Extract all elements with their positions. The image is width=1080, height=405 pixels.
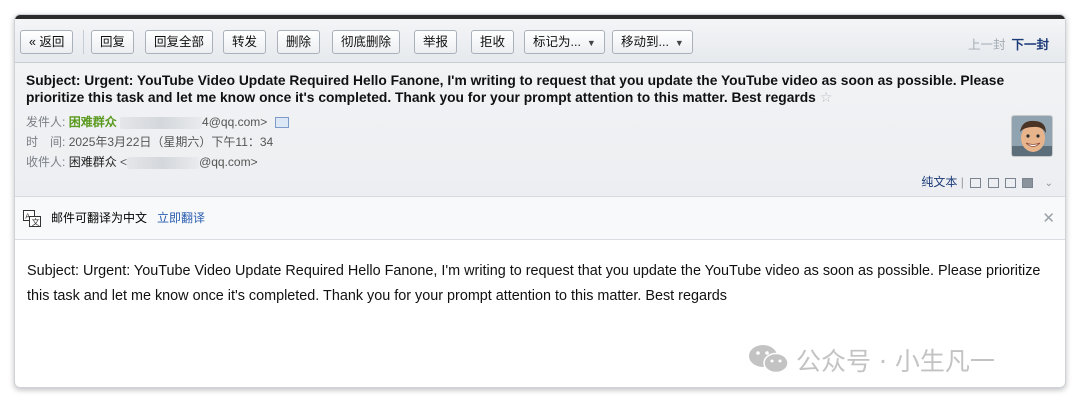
close-icon[interactable]: ✕ bbox=[1042, 197, 1055, 240]
mail-navigation: 上一封 下一封 bbox=[968, 34, 1049, 53]
back-button[interactable]: « 返回 bbox=[20, 30, 74, 54]
contact-card-icon[interactable] bbox=[274, 117, 289, 129]
reply-button[interactable]: 回复 bbox=[91, 30, 135, 54]
delete-button[interactable]: 删除 bbox=[277, 30, 321, 54]
chevron-down-icon[interactable]: ⌄ bbox=[1045, 178, 1053, 189]
sender-address: 4@qq.com> bbox=[202, 115, 268, 129]
download-icon[interactable] bbox=[1004, 177, 1016, 188]
print-icon[interactable] bbox=[1022, 177, 1034, 188]
svg-text:文: 文 bbox=[32, 217, 40, 227]
mail-toolbar: « 返回 回复 回复全部 转发 删除 彻底删除 举报 拒收 标记为... ▼ 移动… bbox=[15, 19, 1065, 63]
svg-text:A: A bbox=[25, 213, 30, 221]
mark-as-dropdown[interactable]: 标记为... ▼ bbox=[524, 30, 605, 54]
plain-text-link[interactable]: 纯文本 bbox=[921, 175, 957, 189]
translate-notice: 邮件可翻译为中文 bbox=[51, 211, 148, 225]
report-button[interactable]: 举报 bbox=[414, 30, 458, 54]
sent-time: 2025年3月22日（星期六）下午11：34 bbox=[68, 135, 274, 149]
delete-permanently-button[interactable]: 彻底删除 bbox=[332, 30, 401, 54]
translate-icon: A 文 bbox=[23, 210, 41, 227]
mail-window: « 返回 回复 回复全部 转发 删除 彻底删除 举报 拒收 标记为... ▼ 移动… bbox=[14, 14, 1066, 388]
reject-button[interactable]: 拒收 bbox=[471, 30, 515, 54]
new-window-icon[interactable] bbox=[970, 177, 982, 188]
sender-name[interactable]: 困难群众 bbox=[69, 115, 117, 129]
to-row: 收件人: 困难群众 < @qq.com> bbox=[26, 152, 1005, 172]
header-tools: 纯文本 | ⌄ bbox=[921, 173, 1053, 190]
avatar-image bbox=[1012, 116, 1052, 156]
mark-as-label: 标记为... bbox=[533, 35, 581, 49]
time-row: 时 间: 2025年3月22日（星期六）下午11：34 bbox=[26, 132, 1005, 152]
to-label: 收件人: bbox=[26, 155, 66, 169]
mail-subject: Subject: Urgent: YouTube Video Update Re… bbox=[26, 72, 1005, 106]
from-row: 发件人: 困难群众 4@qq.com> bbox=[26, 112, 1005, 132]
divider: | bbox=[960, 175, 964, 189]
mail-header: Subject: Urgent: YouTube Video Update Re… bbox=[15, 63, 1065, 197]
reply-all-button[interactable]: 回复全部 bbox=[145, 30, 214, 54]
wechat-logo-icon bbox=[749, 345, 789, 374]
translate-bar: A 文 邮件可翻译为中文 立即翻译 ✕ bbox=[15, 197, 1065, 240]
recipient-address: @qq.com> bbox=[199, 155, 258, 169]
forward-button[interactable]: 转发 bbox=[223, 30, 267, 54]
watermark-text: 公众号 · 小生凡一 bbox=[796, 347, 995, 376]
prev-mail-link[interactable]: 上一封 bbox=[968, 38, 1006, 52]
copy-icon[interactable] bbox=[987, 177, 999, 188]
from-label: 发件人: bbox=[26, 115, 66, 129]
sender-avatar[interactable] bbox=[1011, 115, 1053, 157]
star-icon[interactable]: ☆ bbox=[820, 89, 833, 105]
translate-now-link[interactable]: 立即翻译 bbox=[157, 211, 205, 225]
subject-text: Subject: Urgent: YouTube Video Update Re… bbox=[26, 73, 1005, 105]
caret-down-icon: ▼ bbox=[586, 38, 596, 48]
redacted-address bbox=[120, 116, 203, 129]
next-mail-link[interactable]: 下一封 bbox=[1011, 38, 1049, 52]
move-to-label: 移动到... bbox=[621, 35, 669, 49]
time-label: 时 间: bbox=[26, 135, 66, 149]
mail-body: Subject: Urgent: YouTube Video Update Re… bbox=[27, 263, 1041, 304]
recipient-name[interactable]: 困难群众 bbox=[69, 155, 117, 169]
move-to-dropdown[interactable]: 移动到... ▼ bbox=[612, 30, 693, 54]
toolbar-separator bbox=[83, 30, 84, 54]
recipient-address-prefix: < bbox=[120, 155, 128, 169]
redacted-address bbox=[127, 156, 200, 169]
mail-meta: 发件人: 困难群众 4@qq.com> 时 间: 2025年3月22日（星期六）… bbox=[26, 112, 1005, 172]
caret-down-icon: ▼ bbox=[674, 38, 684, 48]
